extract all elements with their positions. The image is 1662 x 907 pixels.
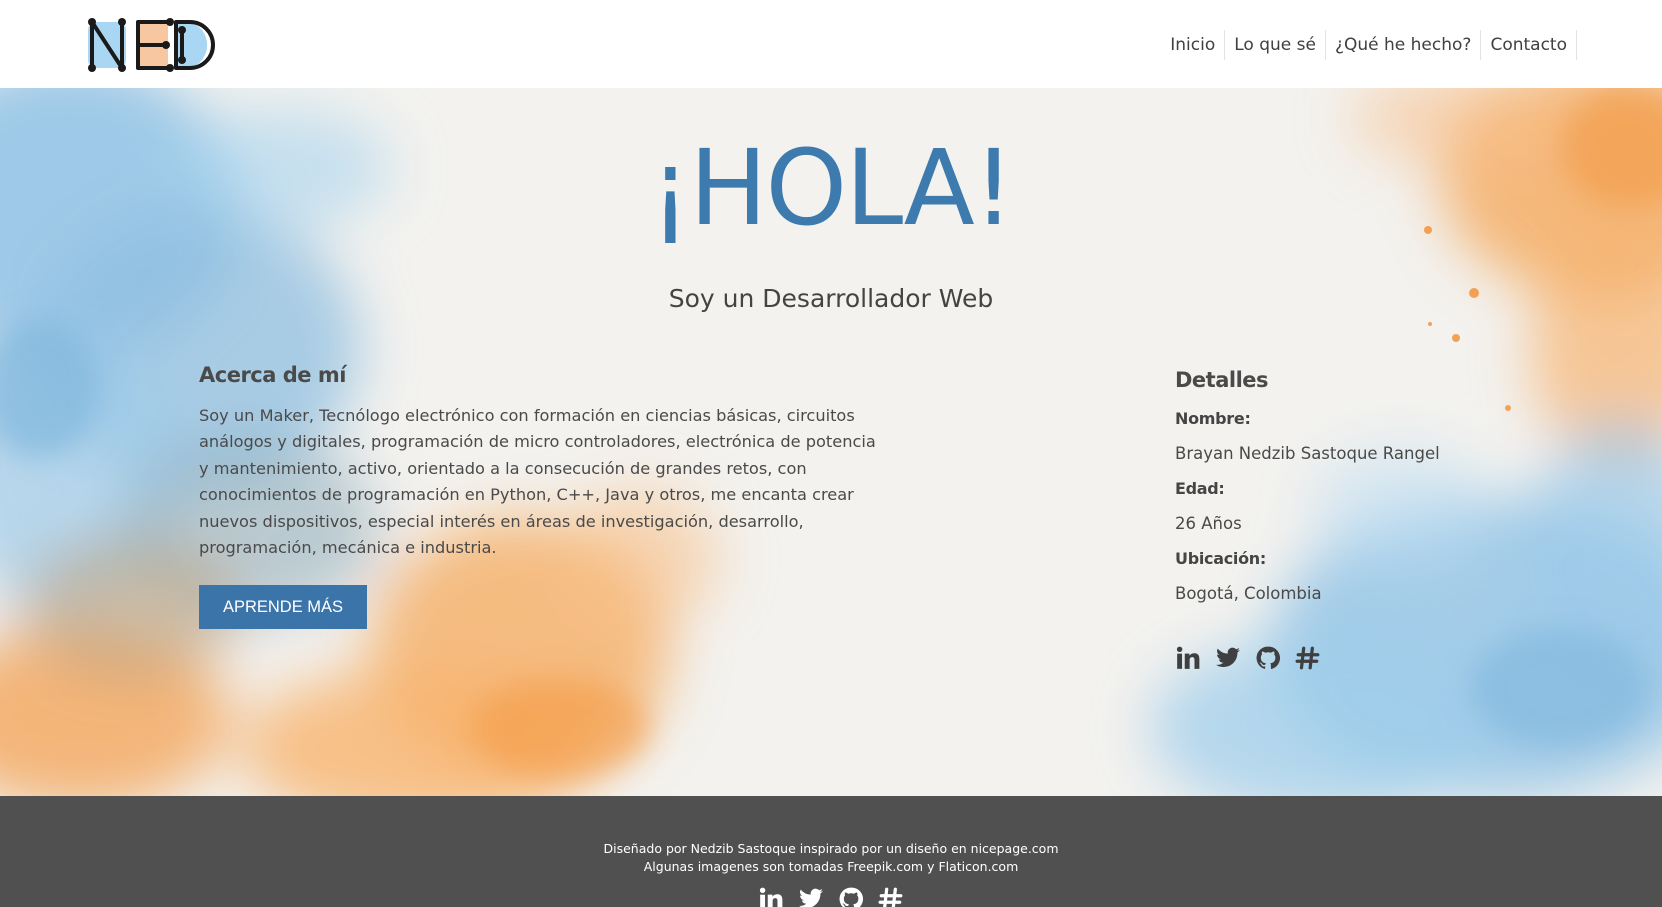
- hashnode-icon[interactable]: [1295, 645, 1321, 671]
- about-section: Acerca de mí Soy un Maker, Tecnólogo ele…: [199, 361, 879, 630]
- twitter-icon[interactable]: [1215, 645, 1241, 671]
- footer-twitter-icon[interactable]: [798, 886, 824, 907]
- linkedin-icon[interactable]: [1175, 645, 1201, 671]
- details-title: Detalles: [1175, 368, 1269, 392]
- nav-contacto[interactable]: Contacto: [1481, 30, 1577, 60]
- about-title: Acerca de mí: [199, 363, 346, 387]
- nav-que-he-hecho[interactable]: ¿Qué he hecho?: [1326, 30, 1482, 60]
- footer-image-credit: Algunas imagenes son tomadas Freepik.com…: [643, 859, 1019, 874]
- age-value: 26 Años: [1175, 514, 1242, 533]
- footer-social-links: [0, 886, 1662, 907]
- nav-lo-que-se[interactable]: Lo que sé: [1225, 30, 1326, 60]
- location-value: Bogotá, Colombia: [1175, 584, 1322, 603]
- learn-more-button[interactable]: APRENDE MÁS: [199, 585, 367, 630]
- site-footer: Diseñado por Nedzib Sastoque inspirado p…: [0, 796, 1662, 907]
- footer-github-icon[interactable]: [838, 886, 864, 907]
- main-nav: Inicio Lo que sé ¿Qué he hecho? Contacto: [1161, 30, 1577, 60]
- hero-greeting: ¡HOLA!: [649, 127, 1015, 249]
- details-social-links: [1175, 645, 1535, 671]
- about-text: Soy un Maker, Tecnólogo electrónico con …: [199, 406, 876, 558]
- hero-subtitle: Soy un Desarrollador Web: [668, 284, 994, 313]
- github-icon[interactable]: [1255, 645, 1281, 671]
- name-label: Nombre:: [1175, 409, 1251, 428]
- details-section: Detalles Nombre: Brayan Nedzib Sastoque …: [1175, 366, 1535, 671]
- site-header: Inicio Lo que sé ¿Qué he hecho? Contacto: [0, 0, 1662, 88]
- hero-section: ¡HOLA! Soy un Desarrollador Web Acerca d…: [0, 88, 1662, 796]
- name-value: Brayan Nedzib Sastoque Rangel: [1175, 444, 1440, 463]
- age-label: Edad:: [1175, 479, 1225, 498]
- footer-hashnode-icon[interactable]: [878, 886, 904, 907]
- ned-logo[interactable]: [86, 16, 220, 74]
- nav-inicio[interactable]: Inicio: [1161, 30, 1226, 60]
- location-label: Ubicación:: [1175, 549, 1266, 568]
- footer-linkedin-icon[interactable]: [758, 886, 784, 907]
- footer-credit: Diseñado por Nedzib Sastoque inspirado p…: [603, 841, 1059, 856]
